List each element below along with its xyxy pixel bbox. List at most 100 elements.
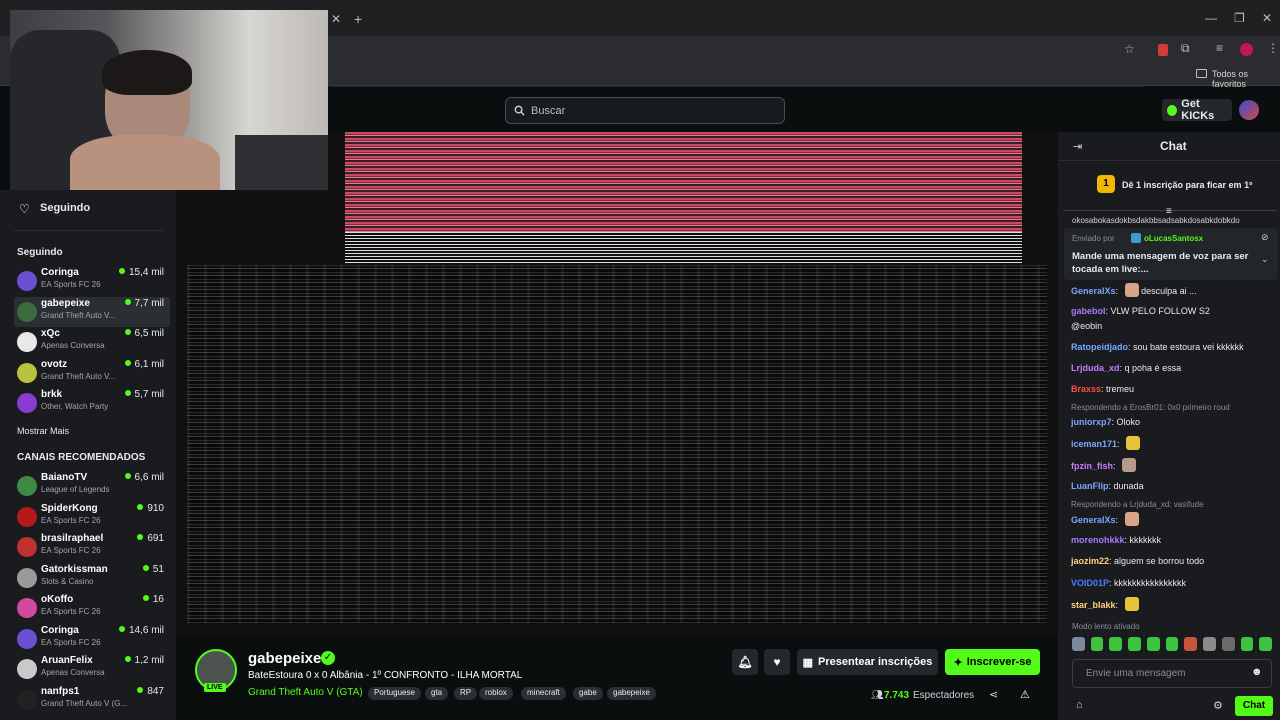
chat-username[interactable]: Braxss <box>1071 384 1101 394</box>
close-tab-icon[interactable]: ✕ <box>331 12 341 26</box>
chat-username[interactable]: Lrjduda_xd <box>1071 363 1120 373</box>
share-icon[interactable]: ⋖ <box>989 688 998 701</box>
emote[interactable] <box>1203 637 1216 651</box>
profile-icon[interactable] <box>1240 43 1253 56</box>
star-icon: ✦ <box>953 656 963 669</box>
tag-chip[interactable]: RP <box>454 687 478 700</box>
kebab-menu-icon[interactable]: ⋮ <box>1267 41 1279 55</box>
emote[interactable] <box>1184 637 1198 651</box>
close-window-icon[interactable]: ✕ <box>1262 11 1272 25</box>
chat-message[interactable]: star_blakk: <box>1071 597 1276 613</box>
emote[interactable] <box>1146 637 1160 651</box>
emote[interactable] <box>1090 637 1104 651</box>
chat-message[interactable]: morenohkkk: kkkkkkk <box>1071 533 1276 548</box>
chat-username[interactable]: iceman171 <box>1071 439 1117 449</box>
chat-message[interactable]: iceman171: <box>1071 436 1276 452</box>
chat-username[interactable]: morenohkkk <box>1071 535 1125 545</box>
sidebar-channel-item[interactable]: xQc Apenas Conversa 6,5 mil <box>14 327 170 357</box>
alert-icon[interactable]: ⚠ <box>1020 688 1030 701</box>
chat-message[interactable]: fpzin_fish: <box>1071 458 1276 474</box>
subscribe-button[interactable]: ✦ Inscrever-se <box>945 649 1040 675</box>
stream-category-link[interactable]: Grand Theft Auto V (GTA) <box>248 687 363 698</box>
minimize-icon[interactable]: — <box>1205 11 1217 25</box>
search-input[interactable]: Buscar <box>505 97 785 124</box>
chat-input[interactable]: Envie uma mensagem ☻ <box>1072 659 1272 688</box>
chat-username[interactable]: GeneralXs <box>1071 286 1116 296</box>
star-icon[interactable]: ☆ <box>1124 42 1135 56</box>
chat-message[interactable]: GeneralXs: <box>1071 512 1276 528</box>
chat-username[interactable]: jaozim22 <box>1071 556 1109 566</box>
sidebar-channel-item[interactable]: oKoffo EA Sports FC 26 16 <box>14 593 170 623</box>
sidebar-channel-item[interactable]: Coringa EA Sports FC 26 14,6 mil <box>14 624 170 654</box>
sent-by-user[interactable]: oLucasSantosx <box>1144 234 1203 243</box>
follow-button[interactable]: ♥ <box>764 649 790 675</box>
pinned-banner[interactable]: Dê 1 inscrição para ficar em 1º <box>1122 180 1252 190</box>
sidebar-channel-item[interactable]: brasilraphael EA Sports FC 26 691 <box>14 532 170 562</box>
extension-icon[interactable] <box>1158 44 1168 56</box>
emote[interactable] <box>1128 637 1141 651</box>
chat-username[interactable]: fpzin_fish <box>1071 461 1113 471</box>
tag-chip[interactable]: Portuguese <box>368 687 421 700</box>
chat-username[interactable]: LuanFlip <box>1071 481 1109 491</box>
chevron-down-icon[interactable]: ⌄ <box>1261 254 1269 265</box>
sidebar-channel-item[interactable]: brkk Other, Watch Party 5,7 mil <box>14 388 170 418</box>
sidebar-channel-item[interactable]: ovotz Grand Theft Auto V... 6,1 mil <box>14 358 170 388</box>
all-bookmarks-link[interactable]: Todos os favoritos <box>1212 69 1280 89</box>
chat-message[interactable]: gabebol: VLW PELO FOLLOW S2 @eobin <box>1071 304 1241 334</box>
gift-subs-button[interactable]: ▦ Presentear inscrições <box>797 649 938 675</box>
chat-username[interactable]: star_blakk <box>1071 600 1116 610</box>
user-avatar[interactable] <box>1239 100 1259 120</box>
hide-icon[interactable]: ⊘ <box>1261 232 1269 243</box>
chat-username[interactable]: gabebol <box>1071 306 1106 316</box>
sidebar-channel-item[interactable]: nanfps1 Grand Theft Auto V (G... 847 <box>14 685 170 715</box>
sidebar-channel-item[interactable]: BaianoTV League of Legends 6,6 mil <box>14 471 170 501</box>
chat-message[interactable]: jaozim22: alguem se borrou todo <box>1071 554 1276 569</box>
sidebar-channel-item[interactable]: Coringa EA Sports FC 26 15,4 mil <box>14 266 170 296</box>
chat-message[interactable]: Lrjduda_xd: q poha é essa <box>1071 361 1276 376</box>
emoji-icon[interactable]: ☻ <box>1251 666 1263 678</box>
emote[interactable] <box>1165 637 1179 651</box>
chat-username[interactable]: juniorxp7 <box>1071 417 1112 427</box>
following-title[interactable]: Seguindo <box>40 202 90 214</box>
tag-chip[interactable]: minecraft <box>521 687 566 700</box>
notification-bell-button[interactable]: 🔔︎ <box>732 649 758 675</box>
emote[interactable] <box>1109 637 1123 651</box>
emote[interactable] <box>1221 637 1235 651</box>
stream-title: BateEstoura 0 x 0 Albânia - 1º CONFRONTO… <box>248 670 523 681</box>
collapse-chat-icon[interactable]: ⇥ <box>1073 140 1082 153</box>
sidebar-channel-item[interactable]: gabepeixe Grand Theft Auto V... 7,7 mil <box>14 296 170 327</box>
tag-chip[interactable]: gabe <box>573 687 603 700</box>
channel-name[interactable]: gabepeixe <box>248 650 321 667</box>
tag-chip[interactable]: gabepeixe <box>607 687 656 700</box>
emote[interactable] <box>1259 637 1273 651</box>
chat-username[interactable]: Ratopeidjado <box>1071 342 1128 352</box>
chat-message[interactable]: Braxss: tremeu <box>1071 382 1276 397</box>
chat-message[interactable]: GeneralXs: desculpa ai ... <box>1071 283 1276 299</box>
tag-chip[interactable]: roblox <box>479 687 513 700</box>
channel-name: xQc <box>41 328 60 339</box>
media-icon[interactable]: ≡ <box>1216 41 1223 55</box>
puzzle-icon[interactable]: ⧉ <box>1181 41 1190 56</box>
tag-chip[interactable]: gta <box>425 687 449 700</box>
chat-message[interactable]: VOID01P: kkkkkkkkkkkkkkkk <box>1071 576 1276 591</box>
new-tab-icon[interactable]: + <box>354 11 362 27</box>
show-more-link[interactable]: Mostrar Mais <box>17 426 69 436</box>
sidebar-channel-item[interactable]: Gatorkissman Slots & Casino 51 <box>14 563 170 593</box>
emote[interactable] <box>1072 637 1085 651</box>
chat-text: sou bate estoura vei kkkkkk <box>1133 342 1244 352</box>
video-player[interactable] <box>176 132 1058 635</box>
chat-message[interactable]: LuanFlip: dunada <box>1071 479 1276 494</box>
chat-username[interactable]: VOID01P <box>1071 578 1109 588</box>
chat-message[interactable]: juniorxp7: Oloko <box>1071 415 1276 430</box>
get-kicks-button[interactable]: Get KICKs <box>1162 98 1232 122</box>
send-chat-button[interactable]: Chat <box>1235 696 1273 716</box>
chat-username[interactable]: GeneralXs <box>1071 515 1116 525</box>
store-icon[interactable]: ⌂ <box>1076 699 1083 711</box>
chat-message[interactable]: Ratopeidjado: sou bate estoura vei kkkkk… <box>1071 340 1276 355</box>
maximize-icon[interactable]: ❐ <box>1234 11 1245 25</box>
sidebar-channel-item[interactable]: SpiderKong EA Sports FC 26 910 <box>14 502 170 532</box>
emote <box>1124 512 1139 526</box>
sidebar-channel-item[interactable]: AruanFelix Apenas Conversa 1,2 mil <box>14 654 170 684</box>
emote[interactable] <box>1240 637 1254 651</box>
gear-icon[interactable]: ⚙ <box>1213 699 1223 712</box>
